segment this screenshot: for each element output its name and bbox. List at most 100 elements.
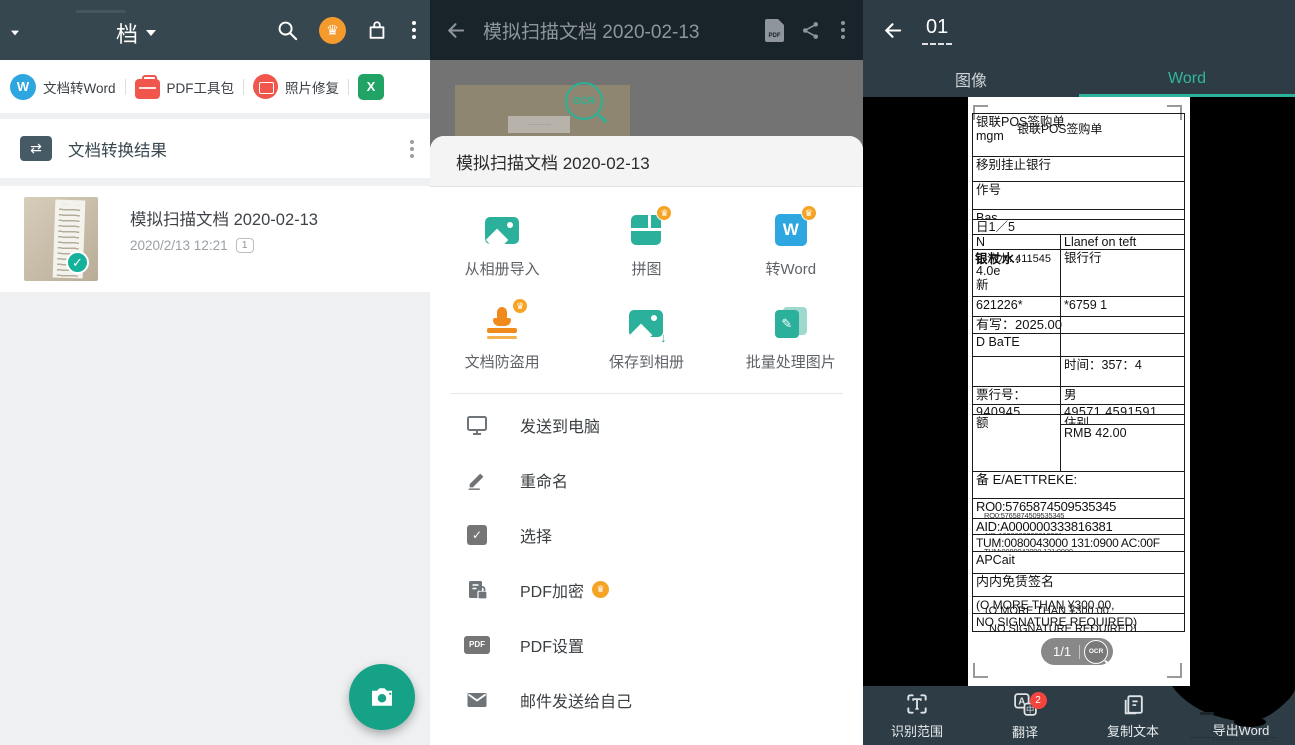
folder-conversion-results[interactable]: ⇄ 文档转换结果 [0, 119, 430, 178]
crown-badge-icon: ♛ [656, 205, 672, 221]
divider [125, 79, 126, 95]
tool-pdf-kit[interactable]: PDF工具包 [135, 75, 235, 99]
tool-excel[interactable]: X [358, 74, 384, 100]
cell-text [1061, 317, 1184, 333]
document-meta: 2020/2/13 12:21 1 [130, 238, 254, 253]
ocr-label: OCR [573, 96, 595, 107]
pdf-label: PDF [769, 33, 781, 39]
table-row: 银联POS签购单 银联POS签购单 mgm [973, 114, 1184, 156]
tab-image[interactable]: 图像 [863, 60, 1079, 97]
action-import-from-album[interactable]: 从相册导入 [430, 199, 574, 292]
artifact-dash [1200, 712, 1214, 715]
action-batch-process[interactable]: ✎ 批量处理图片 [719, 292, 863, 385]
document-name-editable[interactable]: 01 [922, 16, 952, 45]
menu-label: 发送到电脑 [520, 413, 600, 437]
tool-doc-to-word[interactable]: W 文档转Word [10, 74, 116, 100]
table-row: 内内免赁签名 [973, 573, 1184, 596]
table-row: 备 E/AETTREKE: [973, 471, 1184, 498]
cell-text: 银行行 [1061, 250, 1184, 296]
table-row: 621226* *6759 1 [973, 296, 1184, 316]
save-album-icon [629, 310, 663, 337]
notification-badge: 2 [1030, 692, 1047, 709]
app-root: 档 ♛ W 文档转Word PDF工具包 照片修复 [0, 0, 1295, 745]
action-to-word[interactable]: W ♛ 转Word [719, 199, 863, 292]
batch-edit-icon: ✎ [775, 307, 807, 339]
cell-ghost-text: (O MORE THAN ¥300.00. [985, 605, 1112, 613]
cell-text: N [973, 235, 1061, 249]
monitor-icon [465, 413, 489, 437]
document-list-item[interactable]: ✓ 模拟扫描文档 2020-02-13 2020/2/13 12:21 1 [0, 186, 430, 292]
cell-text: 住别 [1061, 416, 1184, 425]
word-preview-area[interactable]: 银联POS签购单 银联POS签购单 mgm 移别挂止银行 作号 Bas 日1／5… [863, 97, 1295, 686]
cell-text: 备 E/AETTREKE: [976, 472, 1077, 487]
cell-text: RMB 42.00 [1064, 426, 1181, 440]
toolbar-label: 识别范围 [891, 721, 943, 740]
table-row: APCait [973, 551, 1184, 573]
back-arrow-icon[interactable] [444, 19, 467, 42]
tool-photo-repair[interactable]: 照片修复 [253, 74, 339, 99]
table-row: 作号 [973, 181, 1184, 209]
document-date: 2020/2/13 12:21 [130, 238, 228, 253]
action-save-to-album[interactable]: ↓ 保存到相册 [574, 292, 718, 385]
cell-text: 票行号： [973, 387, 1061, 404]
table-row: 移别挂止银行 [973, 156, 1184, 181]
page-indicator-pill[interactable]: 1/1 OCR [1041, 638, 1113, 665]
toolbar-translate[interactable]: A 中 2 翻译 [971, 686, 1079, 745]
shopping-bag-icon[interactable] [366, 19, 388, 42]
menu-send-to-pc[interactable]: 发送到电脑 [430, 397, 863, 452]
tab-word[interactable]: Word [1079, 60, 1295, 97]
sync-check-badge: ✓ [66, 251, 89, 274]
menu-pdf-settings[interactable]: PDF PDF设置 [430, 617, 863, 672]
panel-ocr-result: 01 图像 Word 银联POS签购单 银联POS签购单 mgm 移别挂止银 [863, 0, 1295, 745]
table-row: N Llanef on teft [973, 234, 1184, 249]
table-row: 有写：2025.00 [973, 316, 1184, 333]
pdf-file-icon[interactable]: PDF [765, 19, 784, 42]
ocr-zoom-icon[interactable]: OCR [1084, 640, 1108, 664]
overflow-menu-icon[interactable] [408, 17, 420, 43]
action-collage[interactable]: ♛ 拼图 [574, 199, 718, 292]
right-header: 01 [863, 0, 1295, 60]
table-row: D BaTE [973, 333, 1184, 356]
toolbar-recognize-range[interactable]: 识别范围 [863, 686, 971, 745]
crop-mark [973, 663, 988, 678]
share-icon[interactable] [800, 20, 821, 41]
middle-header: 模拟扫描文档 2020-02-13 PDF [430, 0, 863, 60]
recognize-range-icon [904, 691, 930, 717]
panel-document-list: 档 ♛ W 文档转Word PDF工具包 照片修复 [0, 0, 430, 745]
folder-menu-icon[interactable] [406, 136, 418, 162]
cell-text: 额 [973, 415, 1061, 471]
menu-label: PDF加密 [520, 578, 584, 602]
menu-email-to-self[interactable]: 邮件发送给自己 [430, 672, 863, 727]
divider [1079, 645, 1080, 659]
left-header-title: 档 [116, 17, 138, 49]
menu-rename[interactable]: 重命名 [430, 452, 863, 507]
cell-ghost-text: NO SIGNATURE REQUIRED) [989, 623, 1137, 631]
premium-crown-icon[interactable]: ♛ [319, 17, 346, 44]
camera-fab-button[interactable] [349, 664, 415, 730]
ocr-badge-icon: OCR [565, 82, 603, 120]
cell-text: 49571 4591591 [1061, 404, 1184, 414]
cell-ghost-text: 银杖水: [975, 252, 1021, 266]
tool-label: 文档转Word [43, 77, 116, 97]
back-arrow-icon[interactable] [881, 19, 904, 42]
menu-set-tags[interactable]: 设置标签 [430, 727, 863, 745]
menu-select[interactable]: ✓ 选择 [430, 507, 863, 562]
camera-icon [367, 682, 397, 712]
quick-tools-bar: W 文档转Word PDF工具包 照片修复 X [0, 60, 430, 113]
page-count-badge: 1 [236, 238, 254, 253]
left-corner-caret-icon[interactable] [11, 31, 19, 36]
cell-text: 作号 [976, 183, 1001, 197]
search-icon[interactable] [276, 19, 299, 42]
cell-text: 新 [976, 278, 1057, 292]
redacted-logo-dash [76, 10, 126, 13]
tab-label: Word [1168, 70, 1206, 88]
folder-title-dropdown[interactable]: 档 [116, 17, 156, 49]
cell-text: 621226* [973, 297, 1061, 316]
bottom-sheet: 模拟扫描文档 2020-02-13 从相册导入 ♛ 拼图 W ♛ 转Word [430, 136, 863, 745]
action-anti-theft[interactable]: ♛ 文档防盗用 [430, 292, 574, 385]
left-header: 档 ♛ [0, 0, 430, 60]
album-import-icon [485, 217, 519, 244]
sheet-title: 模拟扫描文档 2020-02-13 [430, 136, 863, 187]
middle-overflow-menu-icon[interactable] [837, 17, 849, 43]
menu-pdf-encrypt[interactable]: PDF加密 ♛ [430, 562, 863, 617]
